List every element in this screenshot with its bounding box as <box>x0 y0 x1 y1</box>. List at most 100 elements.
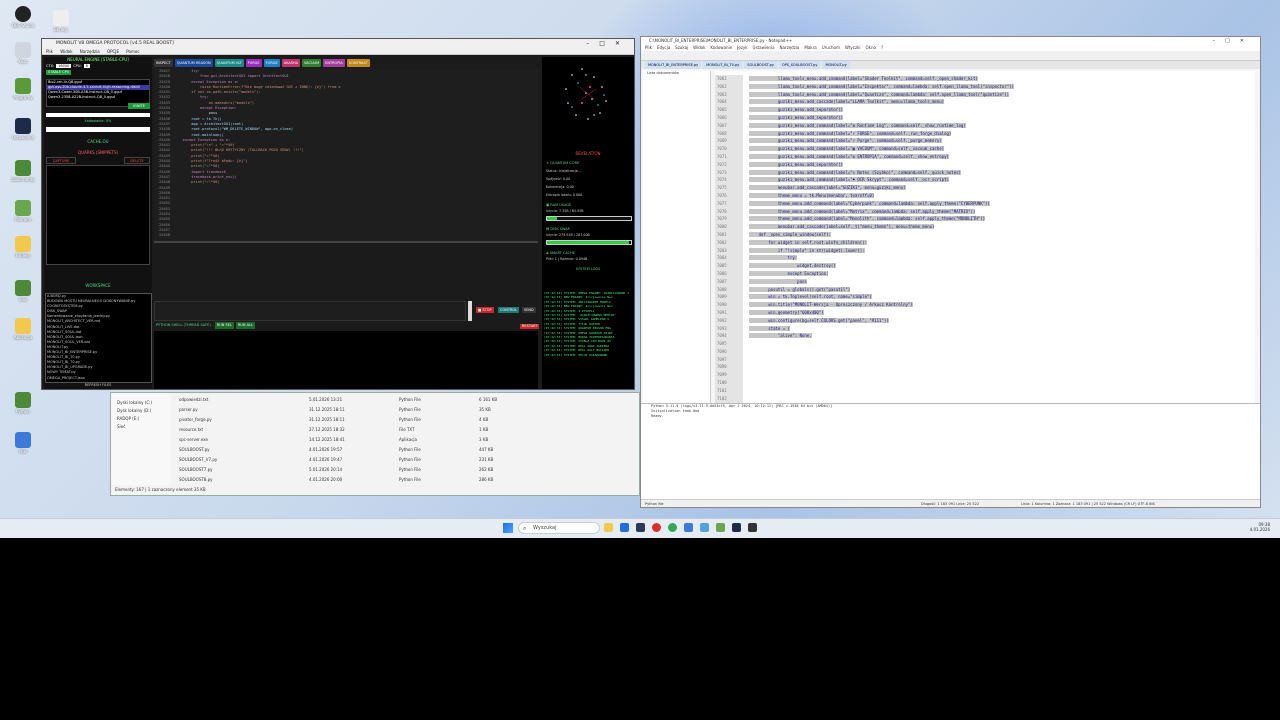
mail-icon[interactable] <box>684 523 693 532</box>
obs-icon[interactable] <box>652 523 661 532</box>
document-list-panel[interactable]: Lista dokumentów <box>643 71 711 431</box>
npp-menu-item[interactable]: Plik <box>645 45 652 50</box>
akasha-button[interactable]: AKASHA <box>281 59 301 67</box>
system-clock[interactable]: 09:38 4.01.2026 <box>1250 522 1270 532</box>
code-editor[interactable]: 25427 25428 25429 25430 25431 25432 25433 25434… <box>154 69 538 241</box>
file-row[interactable]: odpowiedzi.txt 5.01.2026 13:21 Python File… <box>179 397 619 405</box>
model-item[interactable]: Qwen3-235B-A22B-Instruct-Q8_0.gguf <box>47 95 149 100</box>
ignite-button[interactable]: IGNITE <box>128 103 150 109</box>
npp-tab[interactable]: OPS_SOULBOOST.py <box>778 61 821 69</box>
workspace-file-list[interactable]: A.BORD.py BUDOWA MOSTU NEURALNEGO DOKONY… <box>45 293 152 383</box>
entropia-button[interactable]: ENTROPIA <box>323 59 345 67</box>
desktop-icon-folder[interactable]: Foldery <box>6 236 40 258</box>
npp-tab[interactable]: MONOLIT_BI_ENTERPRISE.py <box>645 61 702 69</box>
control-button[interactable]: CONTROL <box>498 307 520 313</box>
notepad-plus-plus-icon[interactable] <box>716 523 725 532</box>
explorer-nav-item[interactable]: Dyski lokalny (C:) <box>117 399 171 407</box>
npp-menu-item[interactable]: Okno <box>866 45 876 50</box>
file-explorer-icon[interactable] <box>604 523 613 532</box>
menu-pomoc[interactable]: Pomoc <box>126 49 139 54</box>
store-icon[interactable] <box>620 523 629 532</box>
monolit-app-icon[interactable] <box>732 523 741 532</box>
desktop-icon-ekrany[interactable]: Ekrany <box>44 10 78 32</box>
npp-window-controls[interactable]: –□✕ <box>1213 37 1254 45</box>
window-app-icon[interactable] <box>748 523 757 532</box>
npp-menu-item[interactable]: Język <box>737 45 747 50</box>
desktop-icon-pliki[interactable]: Pliki <box>6 432 40 454</box>
npp-menu-item[interactable]: Uruchom <box>822 45 840 50</box>
desktop-icon-pobrane[interactable]: Pobrane <box>6 200 40 222</box>
desktop-icon-aplikacja[interactable]: Aplikacja <box>6 318 40 340</box>
npp-code[interactable]: llama_tools_menu.add_command(label="Shad… <box>749 75 1249 340</box>
menu-narzedzia[interactable]: Narzędzia <box>80 49 100 54</box>
npp-menu-item[interactable]: Edycja <box>657 45 670 50</box>
menu-opcje[interactable]: OPCJE <box>107 49 119 54</box>
purge-button[interactable]: PURGE <box>245 59 262 67</box>
quantum-reason-button[interactable]: QUANTUM REASON <box>174 59 213 67</box>
file-row[interactable]: resource.txt 27.12.2025 18:32 File TXT 1 KB <box>179 427 619 435</box>
npp-tab[interactable]: SOULBOOST.py <box>744 61 777 69</box>
npp-toolbar[interactable] <box>641 51 1260 61</box>
npp-menu-item[interactable]: Makra <box>804 45 816 50</box>
quantum-viz-button[interactable]: QUANTUM VIZ <box>214 59 244 67</box>
refresh-files-button[interactable]: REFRESH FILES <box>44 383 152 387</box>
desktop-icon-ustawienia[interactable]: Ustawienia <box>6 118 40 140</box>
quarks-list[interactable] <box>46 165 150 265</box>
vacuum-button[interactable]: VACUUM <box>302 59 322 67</box>
file-row[interactable]: SOULBOOST7.py 5.01.2026 20:14 Python File 2… <box>179 467 619 475</box>
desktop-icon-dokumenty[interactable]: Dokumenty <box>6 160 40 182</box>
python-console[interactable]: Python 3.11.9 (tags/v3.11.9:de54cf5, Apr… <box>641 403 1260 499</box>
run-all-button[interactable]: RUN ALL <box>235 322 255 329</box>
contrast-button[interactable]: CONTRAST <box>346 59 370 67</box>
menu-plik[interactable]: Plik <box>46 49 53 54</box>
window-controls[interactable]: –□✕ <box>586 39 630 49</box>
ctx-input[interactable]: 16000 <box>56 64 72 68</box>
taskbar-search[interactable]: ⌕ Wyszukaj <box>518 522 600 534</box>
system-log[interactable]: [07:42:33] SYSTEM: OMEGA ENGINE: ZAINICJ… <box>544 291 632 387</box>
npp-editor[interactable]: 7061 7062 7063 7064 7065 7066 7067 7068 7069 7070… <box>715 71 1255 434</box>
windows-start-icon[interactable] <box>503 523 513 533</box>
npp-menu-item[interactable]: Kodowanie <box>710 45 732 50</box>
file-row[interactable]: SOULBOOST.py 4.01.2026 19:57 Python File 44… <box>179 447 619 455</box>
desktop-icon-programy[interactable]: Programy <box>6 78 40 100</box>
file-row[interactable]: SOULBOOST8.py 4.01.2026 20:00 Python File 2… <box>179 477 619 485</box>
chat-input[interactable] <box>154 301 466 321</box>
editor-code[interactable]: try: from gui.ArchitectGUI import Archit… <box>174 69 534 241</box>
file-row[interactable]: spc-server.exe 14.12.2025 18:41 Aplikacja 3… <box>179 437 619 445</box>
npp-menu-item[interactable]: Wtyczki <box>845 45 861 50</box>
npp-menu-item[interactable]: Szukaj <box>675 45 688 50</box>
file-row[interactable]: pivator_forge.py 31.12.2025 18:11 Python F… <box>179 417 619 425</box>
cpu-input[interactable]: 8 <box>83 64 90 68</box>
stable-cpu-button[interactable]: STABLE CPU <box>46 70 72 75</box>
send-button[interactable]: SEND <box>522 307 536 313</box>
delete-button[interactable]: DELETE <box>124 157 150 164</box>
npp-menu-item[interactable]: Widok <box>693 45 705 50</box>
npp-menu-item[interactable]: Ustawienia <box>753 45 775 50</box>
python-icon[interactable] <box>700 523 709 532</box>
file-row[interactable]: SOULBOOST_V7.py 4.01.2026 19:47 Python Fil… <box>179 457 619 465</box>
desktop-icon-obs[interactable]: OBS Studio <box>6 6 40 28</box>
inspect-button[interactable]: INSPECT <box>154 59 173 67</box>
menu-widok[interactable]: Widok <box>60 49 72 54</box>
python-shell-output[interactable] <box>154 331 538 389</box>
file-item[interactable]: OMEGA_PROJECT.json <box>46 376 151 381</box>
explorer-nav-item[interactable]: Dysk lokalny (D:) <box>117 407 171 415</box>
editor-scrollbar[interactable] <box>154 241 538 243</box>
run-sel-button[interactable]: RUN SEL <box>214 322 234 329</box>
npp-tab[interactable]: MONOLIT_BI_T0.py <box>703 61 743 69</box>
desktop-icon-python[interactable]: Python <box>6 392 40 414</box>
desktop-icon-recycle-bin[interactable]: Kosz <box>6 42 40 64</box>
capture-button[interactable]: CAPTURE <box>46 157 76 164</box>
explorer-nav-item[interactable]: RADQP (E:) <box>117 415 171 423</box>
npp-tab[interactable]: MONOLIT.py <box>822 61 850 69</box>
terminal-icon[interactable] <box>636 523 645 532</box>
chrome-icon[interactable] <box>668 523 677 532</box>
desktop-icon-siec[interactable]: Sieć <box>6 280 40 302</box>
npp-menu-item[interactable]: Narzędzia <box>780 45 800 50</box>
input-scrollbar[interactable] <box>468 301 472 321</box>
file-row[interactable]: parser.py 31.12.2025 18:11 Python File 35 K… <box>179 407 619 415</box>
npp-menu-item[interactable]: ? <box>881 45 883 50</box>
forge-button[interactable]: FORGE <box>263 59 280 67</box>
stop-button[interactable]: ■ STOP <box>476 307 494 313</box>
explorer-nav-item[interactable]: Sieć <box>117 423 171 431</box>
